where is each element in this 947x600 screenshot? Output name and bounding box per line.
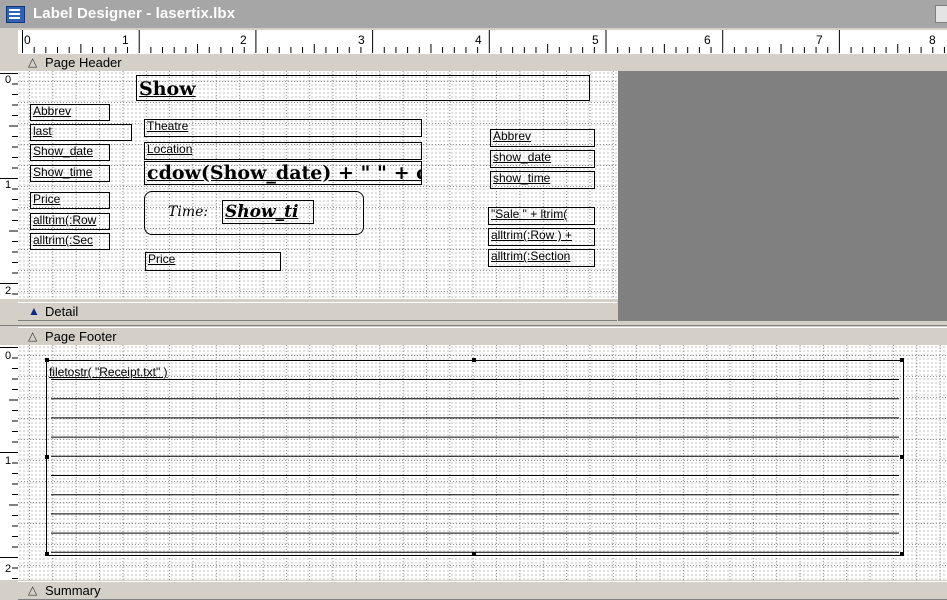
resize-handle[interactable] bbox=[472, 552, 476, 556]
text-line-rules bbox=[51, 379, 899, 553]
page-header-section[interactable]: Show Abbrev last Show_date Show_time Pri… bbox=[18, 71, 618, 299]
label-time: Time: bbox=[168, 204, 209, 220]
vruler-header-1: 1 bbox=[5, 179, 12, 191]
band-label-detail: Detail bbox=[45, 304, 79, 319]
field-cdow-expr[interactable]: cdow(Show_date) + " " + cm bbox=[144, 161, 422, 185]
field-price-mid[interactable]: Price bbox=[145, 252, 281, 271]
field-last[interactable]: last bbox=[30, 124, 132, 141]
ruler-label-4: 4 bbox=[475, 33, 482, 47]
ruler-label-3: 3 bbox=[358, 33, 365, 47]
band-gutter bbox=[0, 327, 18, 345]
field-price-left[interactable]: Price bbox=[30, 192, 110, 209]
vruler-footer-1: 1 bbox=[5, 455, 12, 467]
band-divider bbox=[0, 321, 947, 326]
vruler-footer-2: 2 bbox=[5, 563, 12, 575]
unused-page-area bbox=[618, 71, 947, 321]
vruler-header-2: 2 bbox=[5, 285, 12, 297]
resize-handle[interactable] bbox=[900, 358, 904, 362]
field-location[interactable]: Location bbox=[144, 142, 422, 160]
page-footer-section[interactable]: filetostr( "Receipt.txt" ) bbox=[18, 345, 947, 580]
ruler-label-2: 2 bbox=[240, 33, 247, 47]
collapse-triangle-icon[interactable]: △ bbox=[28, 55, 37, 69]
ruler-label-5: 5 bbox=[592, 33, 599, 47]
resize-handle[interactable] bbox=[45, 358, 49, 362]
label-designer-icon bbox=[6, 6, 25, 23]
field-show-date-right[interactable]: show_date bbox=[490, 150, 595, 168]
title-bar: Label Designer - lasertix.lbx bbox=[0, 0, 947, 28]
ruler-label-7: 7 bbox=[816, 33, 823, 47]
resize-handle[interactable] bbox=[472, 358, 476, 362]
field-show-date-left[interactable]: Show_date bbox=[30, 144, 110, 161]
window-title: Label Designer - lasertix.lbx bbox=[33, 5, 236, 22]
vruler-header-0: 0 bbox=[5, 74, 12, 86]
collapse-triangle-icon[interactable]: △ bbox=[28, 329, 37, 343]
ruler-ticks bbox=[22, 30, 945, 53]
field-theatre[interactable]: Theatre bbox=[144, 119, 422, 137]
field-show[interactable]: Show bbox=[136, 75, 590, 101]
collapse-triangle-icon[interactable]: △ bbox=[28, 583, 37, 597]
band-gutter bbox=[0, 53, 18, 71]
ruler-label-8: 8 bbox=[929, 33, 936, 47]
field-show-time-right[interactable]: show_time bbox=[490, 171, 595, 189]
window-control-button[interactable] bbox=[935, 5, 947, 23]
horizontal-ruler: 0 1 2 3 4 5 6 7 8 bbox=[18, 30, 947, 54]
field-alltrim-row-left[interactable]: alltrim(:Row bbox=[30, 213, 110, 230]
field-show-time-left[interactable]: Show_time bbox=[30, 165, 110, 182]
field-filetostr-box[interactable]: filetostr( "Receipt.txt" ) bbox=[46, 360, 904, 556]
band-label-page-footer: Page Footer bbox=[45, 329, 117, 344]
ruler-label-0: 0 bbox=[24, 33, 31, 47]
field-alltrim-sec-left[interactable]: alltrim(:Sec bbox=[30, 233, 110, 250]
expand-triangle-icon[interactable]: ▲ bbox=[28, 304, 40, 318]
band-page-footer[interactable]: △ Page Footer bbox=[18, 327, 947, 346]
field-show-time-mid[interactable]: Show_ti bbox=[222, 200, 314, 224]
field-filetostr: filetostr( "Receipt.txt" ) bbox=[49, 365, 168, 379]
band-summary[interactable]: △ Summary bbox=[18, 581, 947, 600]
field-alltrim-row-right[interactable]: alltrim(:Row ) + bbox=[488, 228, 595, 246]
resize-handle[interactable] bbox=[900, 552, 904, 556]
resize-handle[interactable] bbox=[45, 552, 49, 556]
band-gutter bbox=[0, 581, 18, 598]
field-sale-expr[interactable]: "Sale " + ltrim( bbox=[488, 207, 595, 225]
vruler-footer-0: 0 bbox=[5, 350, 12, 362]
field-abbrev-right[interactable]: Abbrev bbox=[490, 129, 595, 147]
resize-handle[interactable] bbox=[45, 455, 49, 459]
band-label-summary: Summary bbox=[45, 583, 101, 598]
band-detail[interactable]: ▲ Detail bbox=[18, 302, 617, 321]
band-gutter-detail bbox=[0, 299, 18, 321]
field-abbrev-left[interactable]: Abbrev bbox=[30, 104, 110, 121]
resize-handle[interactable] bbox=[900, 455, 904, 459]
band-page-header[interactable]: △ Page Header bbox=[18, 53, 947, 72]
ruler-label-6: 6 bbox=[704, 33, 711, 47]
ruler-label-1: 1 bbox=[122, 33, 129, 47]
band-label-page-header: Page Header bbox=[45, 55, 122, 70]
vertical-ruler-header: 0 1 2 bbox=[0, 71, 19, 299]
field-alltrim-section-right[interactable]: alltrim(:Section bbox=[488, 249, 595, 267]
vertical-ruler-footer: 0 1 2 bbox=[0, 345, 19, 580]
ruler-corner bbox=[0, 30, 18, 54]
